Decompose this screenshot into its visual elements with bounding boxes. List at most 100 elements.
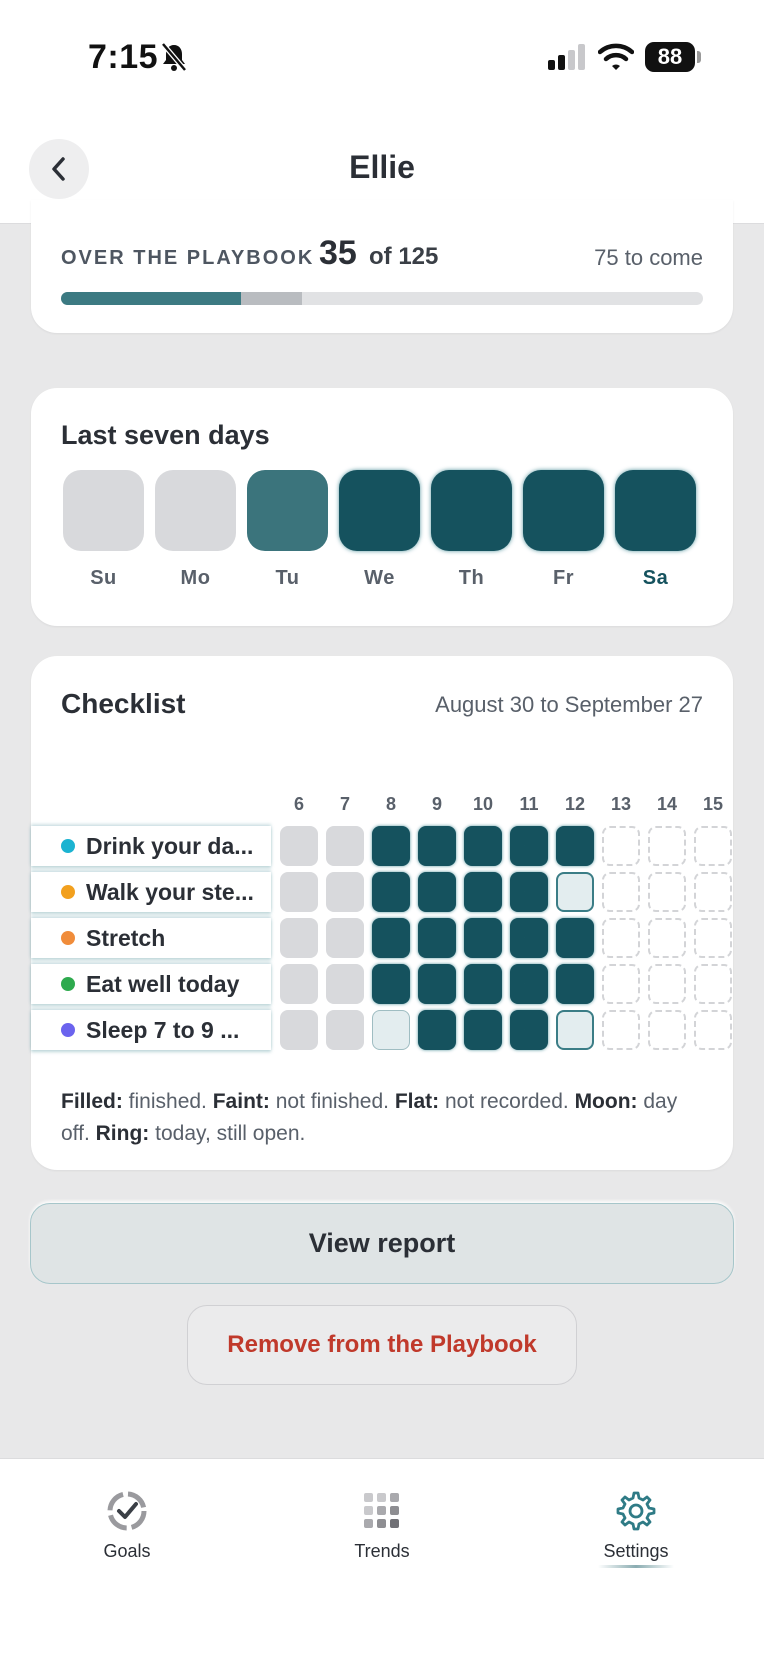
checklist-cell[interactable] — [510, 964, 548, 1004]
checklist-cell[interactable] — [280, 872, 318, 912]
checklist-cell[interactable] — [556, 826, 594, 866]
view-report-button[interactable]: View report — [30, 1203, 734, 1284]
checklist-cell[interactable] — [556, 1010, 594, 1050]
checklist-row-label[interactable]: Eat well today — [31, 964, 271, 1004]
tab-goals[interactable]: Goals — [47, 1489, 207, 1562]
moon-icon — [432, 930, 439, 944]
status-time: 7:15 — [88, 38, 159, 76]
goal-color-dot — [61, 977, 75, 991]
progress-count: 35 — [319, 234, 357, 272]
checklist-cell[interactable] — [418, 1010, 456, 1050]
day-label: Sa — [642, 567, 669, 589]
goal-color-dot — [61, 839, 75, 853]
column-header: 9 — [431, 794, 442, 814]
checklist-cell[interactable] — [648, 826, 686, 866]
moon-icon — [524, 976, 531, 990]
column-header: 11 — [519, 794, 539, 814]
checklist-cell[interactable] — [510, 826, 548, 866]
day-tu[interactable]: Tu — [247, 470, 328, 590]
tab-trends[interactable]: Trends — [302, 1489, 462, 1562]
checklist-cell[interactable] — [648, 872, 686, 912]
active-tab-indicator — [598, 1565, 674, 1568]
day-we[interactable]: We — [339, 470, 420, 590]
checklist-cell[interactable] — [372, 918, 410, 958]
checklist-cell[interactable] — [464, 1010, 502, 1050]
checklist-cell[interactable] — [694, 964, 732, 1004]
progress-bar-done — [61, 292, 241, 305]
checklist-cell[interactable] — [510, 872, 548, 912]
checklist-cell[interactable] — [648, 918, 686, 958]
day-th[interactable]: Th — [431, 470, 512, 590]
checklist-row-label[interactable]: Stretch — [31, 918, 271, 958]
column-header: 14 — [656, 794, 678, 814]
checklist-cell[interactable] — [510, 918, 548, 958]
day-status-square — [431, 470, 512, 551]
goal-name: Eat well today — [86, 970, 240, 997]
moon-icon — [478, 884, 485, 898]
checklist-cell[interactable] — [372, 964, 410, 1004]
checklist-cell[interactable] — [280, 964, 318, 1004]
checklist-cell[interactable] — [648, 1010, 686, 1050]
checklist-cell[interactable] — [326, 1010, 364, 1050]
checklist-cell[interactable] — [556, 872, 594, 912]
day-sa[interactable]: Sa — [615, 470, 696, 590]
checklist-cell[interactable] — [418, 964, 456, 1004]
checklist-cell[interactable] — [372, 1010, 410, 1050]
checklist-cell[interactable] — [280, 826, 318, 866]
checklist-cell[interactable] — [602, 872, 640, 912]
legend-description: not finished. — [269, 1090, 395, 1113]
day-mo[interactable]: Mo — [155, 470, 236, 590]
day-su[interactable]: Su — [63, 470, 144, 590]
day-status-square — [63, 470, 144, 551]
moon-icon — [490, 476, 497, 490]
battery-level: 88 — [645, 42, 695, 72]
remove-from-playbook-button[interactable]: Remove from the Playbook — [187, 1305, 577, 1385]
tab-settings[interactable]: Settings — [556, 1489, 716, 1562]
goal-name: Stretch — [86, 924, 166, 951]
checklist-cell[interactable] — [602, 1010, 640, 1050]
moon-icon — [524, 884, 531, 898]
checklist-cell[interactable] — [556, 918, 594, 958]
column-header: 10 — [472, 794, 494, 814]
checklist-cell[interactable] — [280, 918, 318, 958]
column-header: 13 — [610, 794, 632, 814]
checklist-cell[interactable] — [418, 826, 456, 866]
day-fr[interactable]: Fr — [523, 470, 604, 590]
checklist-cell[interactable] — [694, 826, 732, 866]
checklist-row-label[interactable]: Drink your da... — [31, 826, 271, 866]
checklist-cell[interactable] — [464, 918, 502, 958]
checklist-cell[interactable] — [556, 964, 594, 1004]
checklist-cell[interactable] — [510, 1010, 548, 1050]
checklist-cell[interactable] — [464, 826, 502, 866]
moon-icon — [478, 838, 485, 852]
checklist-cell[interactable] — [694, 1010, 732, 1050]
checklist-cell[interactable] — [694, 918, 732, 958]
progress-remaining: 75 to come — [594, 245, 703, 270]
goal-color-dot — [61, 1023, 75, 1037]
checklist-cell[interactable] — [280, 1010, 318, 1050]
checklist-cell[interactable] — [648, 964, 686, 1004]
checklist-cell[interactable] — [418, 872, 456, 912]
checklist-cell[interactable] — [602, 826, 640, 866]
checklist-cell[interactable] — [372, 872, 410, 912]
moon-icon — [478, 976, 485, 990]
checklist-date-range: August 30 to September 27 — [435, 692, 703, 717]
legend-term: Faint: — [212, 1090, 270, 1113]
goal-name: Sleep 7 to 9 ... — [86, 1016, 240, 1043]
wifi-icon — [598, 43, 634, 70]
checklist-cell[interactable] — [326, 964, 364, 1004]
checklist-cell[interactable] — [326, 826, 364, 866]
tab-settings-label: Settings — [603, 1541, 669, 1561]
checklist-cell[interactable] — [418, 918, 456, 958]
checklist-cell[interactable] — [326, 872, 364, 912]
checklist-cell[interactable] — [464, 872, 502, 912]
checklist-row-label[interactable]: Walk your ste... — [31, 872, 271, 912]
checklist-cell[interactable] — [694, 872, 732, 912]
checklist-cell[interactable] — [602, 918, 640, 958]
checklist-cell[interactable] — [372, 826, 410, 866]
checklist-cell[interactable] — [464, 964, 502, 1004]
checklist-cell[interactable] — [602, 964, 640, 1004]
checklist-cell[interactable] — [326, 918, 364, 958]
checklist-row-label[interactable]: Sleep 7 to 9 ... — [31, 1010, 271, 1050]
day-label: Th — [458, 567, 485, 589]
